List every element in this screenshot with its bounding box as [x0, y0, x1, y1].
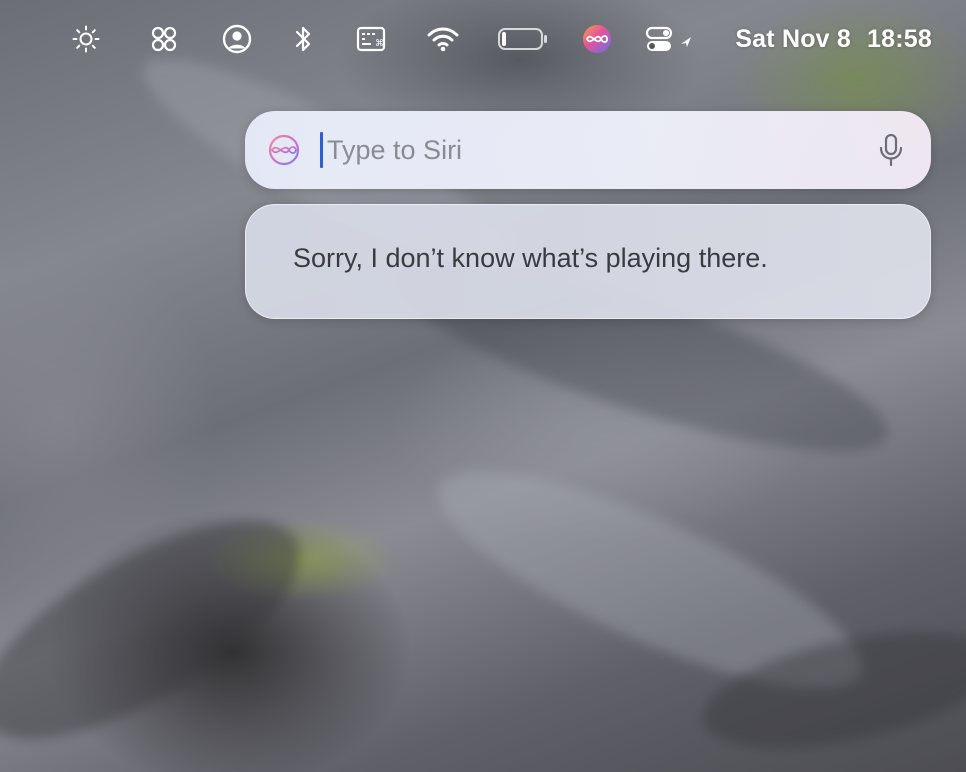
battery-icon[interactable] [497, 22, 549, 56]
user-account-icon[interactable] [220, 22, 254, 56]
menu-bar-date: Sat Nov 8 [735, 25, 852, 53]
siri-orb-icon [267, 133, 301, 167]
desktop-wallpaper: ⌘ Sat Nov 8 18:58 Type to Siri Sorry, I … [0, 0, 966, 772]
microphone-icon[interactable] [875, 133, 907, 167]
siri-input-panel [245, 111, 931, 189]
keyboard-input-icon[interactable]: ⌘ [354, 22, 388, 56]
siri-icon[interactable] [580, 22, 614, 56]
control-center-icon[interactable] [643, 22, 699, 56]
svg-text:⌘: ⌘ [375, 39, 384, 49]
brightness-icon[interactable] [69, 22, 103, 56]
stage-manager-icon[interactable] [147, 22, 181, 56]
menu-bar-time: 18:58 [867, 25, 932, 53]
siri-text-input[interactable] [327, 130, 847, 170]
siri-response-card: Sorry, I don’t know what’s playing there… [245, 204, 931, 319]
siri-response-text: Sorry, I don’t know what’s playing there… [293, 243, 768, 273]
text-caret [320, 132, 323, 168]
wallpaper-ridge [0, 479, 331, 772]
wifi-icon[interactable] [426, 22, 460, 56]
menu-bar-clock[interactable]: Sat Nov 8 18:58 [735, 22, 932, 56]
menu-bar: ⌘ Sat Nov 8 18:58 [0, 0, 966, 78]
bluetooth-icon[interactable] [286, 22, 320, 56]
